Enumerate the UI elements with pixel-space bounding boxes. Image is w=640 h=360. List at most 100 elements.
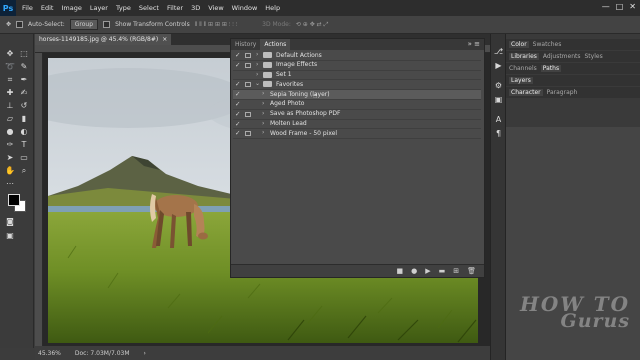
action-row[interactable]: ✓ › Molten Lead bbox=[233, 120, 481, 130]
menu-3d[interactable]: 3D bbox=[191, 4, 200, 12]
toggle-item-check-icon[interactable]: ✓ bbox=[235, 100, 240, 108]
tab-paths[interactable]: Paths bbox=[540, 65, 562, 72]
status-menu-arrow[interactable]: › bbox=[144, 350, 146, 357]
history-panel-icon[interactable]: ⎇ bbox=[493, 46, 504, 57]
expand-chevron-icon[interactable]: › bbox=[262, 129, 264, 136]
stamp-tool-icon[interactable]: ⊥ bbox=[4, 100, 16, 112]
menu-select[interactable]: Select bbox=[139, 4, 159, 12]
toggle-item-check-icon[interactable]: ✓ bbox=[235, 120, 240, 128]
history-brush-tool-icon[interactable]: ↺ bbox=[18, 100, 30, 112]
menu-layer[interactable]: Layer bbox=[90, 4, 108, 12]
tab-libraries[interactable]: Libraries bbox=[509, 53, 539, 60]
quick-mask-icon[interactable]: ◙ bbox=[4, 216, 16, 228]
move-tool-icon[interactable]: ✥ bbox=[6, 21, 11, 28]
shape-tool-icon[interactable]: ▭ bbox=[18, 152, 30, 164]
show-transform-checkbox[interactable] bbox=[103, 21, 111, 28]
zoom-tool-icon[interactable]: ⌕ bbox=[18, 165, 30, 177]
tab-channels[interactable]: Channels bbox=[509, 65, 537, 72]
toggle-item-check-icon[interactable]: ✓ bbox=[235, 61, 240, 69]
action-row[interactable]: ✓ › Sepia Toning (layer) ☝ bbox=[233, 90, 481, 100]
expand-chevron-icon[interactable]: › bbox=[256, 71, 258, 78]
crop-tool-icon[interactable]: ⌗ bbox=[4, 74, 16, 86]
expand-chevron-icon[interactable]: › bbox=[262, 120, 264, 127]
action-set-row[interactable]: ✓ › Image Effects bbox=[233, 61, 481, 71]
3d-panel-icon[interactable]: ▣ bbox=[493, 94, 504, 105]
menu-view[interactable]: View bbox=[208, 4, 223, 12]
panel-menu-icon[interactable]: » ≡ bbox=[468, 40, 480, 48]
tab-character[interactable]: Character bbox=[509, 89, 543, 96]
toggle-dialog-icon[interactable] bbox=[245, 111, 251, 117]
eraser-tool-icon[interactable]: ▱ bbox=[4, 113, 16, 125]
action-row[interactable]: ✓ › Save as Photoshop PDF bbox=[233, 110, 481, 120]
collapse-chevron-icon[interactable]: ⌄ bbox=[255, 80, 260, 87]
blur-tool-icon[interactable]: ● bbox=[4, 126, 16, 138]
tab-adjustments[interactable]: Adjustments bbox=[543, 53, 581, 60]
quick-select-tool-icon[interactable]: ✎ bbox=[18, 61, 30, 73]
tab-layers[interactable]: Layers bbox=[509, 77, 533, 84]
toggle-item-check-icon[interactable]: ✓ bbox=[235, 51, 240, 59]
menu-type[interactable]: Type bbox=[116, 4, 131, 12]
expand-chevron-icon[interactable]: › bbox=[256, 61, 258, 68]
actions-panel-icon[interactable]: ▶ bbox=[493, 60, 504, 71]
expand-chevron-icon[interactable]: › bbox=[262, 110, 264, 117]
document-close-icon[interactable]: × bbox=[162, 34, 167, 45]
align-icons[interactable]: ⫴ ⫴ ⫴ ⊞ ⊞ ⊞ ⫶ ⫶ ⫶ bbox=[195, 21, 237, 29]
paragraph-panel-icon[interactable]: ¶ bbox=[493, 128, 504, 139]
tab-styles[interactable]: Styles bbox=[585, 53, 603, 60]
expand-chevron-icon[interactable]: › bbox=[262, 100, 264, 107]
action-row[interactable]: ✓ › Wood Frame - 50 pixel bbox=[233, 129, 481, 140]
menu-edit[interactable]: Edit bbox=[41, 4, 54, 12]
maximize-button[interactable]: □ bbox=[616, 2, 624, 11]
lasso-tool-icon[interactable]: ➰ bbox=[4, 61, 16, 73]
marquee-tool-icon[interactable]: ⬚ bbox=[18, 48, 30, 60]
play-icon[interactable]: ▶ bbox=[425, 267, 430, 275]
action-row[interactable]: ✓ › Aged Photo bbox=[233, 100, 481, 110]
menu-window[interactable]: Window bbox=[232, 4, 258, 12]
menu-filter[interactable]: Filter bbox=[167, 4, 183, 12]
toggle-dialog-icon[interactable] bbox=[245, 131, 251, 137]
new-set-folder-icon[interactable]: ▬ bbox=[439, 267, 446, 275]
properties-panel-icon[interactable]: ⚙ bbox=[493, 80, 504, 91]
expand-chevron-icon[interactable]: › bbox=[256, 51, 258, 58]
record-icon[interactable]: ● bbox=[411, 267, 417, 275]
tab-color[interactable]: Color bbox=[509, 41, 529, 48]
stop-icon[interactable]: ■ bbox=[396, 267, 403, 275]
action-set-row[interactable]: ✓ ⌄ Favorites bbox=[233, 80, 481, 91]
auto-select-checkbox[interactable] bbox=[16, 21, 24, 28]
new-action-icon[interactable]: ⊞ bbox=[453, 267, 459, 275]
delete-trash-icon[interactable]: 🗑 bbox=[467, 267, 476, 275]
3d-mode-icons[interactable]: ⟲ ⊕ ✥ ⇄ ⤢ bbox=[296, 21, 329, 29]
toggle-dialog-icon[interactable] bbox=[245, 82, 251, 88]
tab-actions[interactable]: Actions bbox=[260, 39, 291, 50]
brush-tool-icon[interactable]: ✍ bbox=[18, 87, 30, 99]
document-tab[interactable]: horses-1149185.jpg @ 45.4% (RGB/8#) × bbox=[35, 34, 172, 45]
screen-mode-icon[interactable]: ▣ bbox=[4, 230, 16, 242]
menu-help[interactable]: Help bbox=[265, 4, 280, 12]
action-set-row[interactable]: ✓ › Default Actions bbox=[233, 51, 481, 61]
vertical-ruler[interactable] bbox=[35, 53, 43, 346]
character-panel-icon[interactable]: A bbox=[493, 114, 504, 125]
zoom-level[interactable]: 45.36% bbox=[38, 350, 61, 357]
healing-tool-icon[interactable]: ✚ bbox=[4, 87, 16, 99]
minimize-button[interactable]: — bbox=[602, 2, 610, 11]
menu-file[interactable]: File bbox=[22, 4, 33, 12]
action-set-row[interactable]: › Set 1 bbox=[233, 71, 481, 81]
move-tool-icon[interactable]: ✥ bbox=[4, 48, 16, 60]
pen-tool-icon[interactable]: ✑ bbox=[4, 139, 16, 151]
toggle-dialog-icon[interactable] bbox=[245, 62, 251, 68]
toggle-item-check-icon[interactable]: ✓ bbox=[235, 129, 240, 137]
toggle-item-check-icon[interactable]: ✓ bbox=[235, 110, 240, 118]
foreground-color-swatch[interactable] bbox=[8, 194, 20, 206]
toggle-item-check-icon[interactable]: ✓ bbox=[235, 80, 240, 88]
tab-swatches[interactable]: Swatches bbox=[533, 41, 562, 48]
dodge-tool-icon[interactable]: ◐ bbox=[18, 126, 30, 138]
expand-chevron-icon[interactable]: › bbox=[262, 90, 264, 97]
toggle-item-check-icon[interactable]: ✓ bbox=[235, 90, 240, 98]
path-select-tool-icon[interactable]: ➤ bbox=[4, 152, 16, 164]
auto-select-dropdown[interactable]: Group bbox=[69, 19, 99, 30]
toggle-dialog-icon[interactable] bbox=[245, 53, 251, 58]
tab-paragraph[interactable]: Paragraph bbox=[547, 89, 578, 96]
gradient-tool-icon[interactable]: ▮ bbox=[18, 113, 30, 125]
eyedropper-tool-icon[interactable]: ✒ bbox=[18, 74, 30, 86]
hand-tool-icon[interactable]: ✋ bbox=[4, 165, 16, 177]
